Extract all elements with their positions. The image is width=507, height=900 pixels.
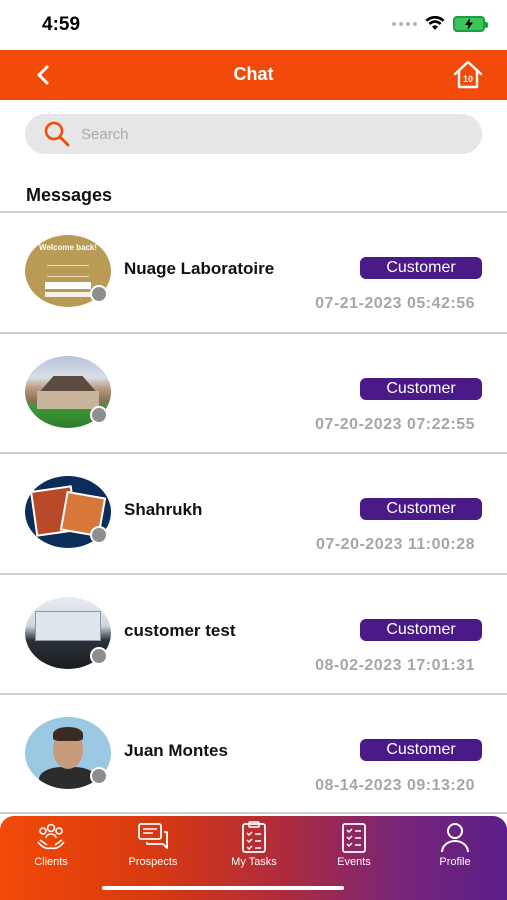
chat-list: Welcome back! Nuage Laboratoire Customer… [0, 211, 507, 814]
avatar [25, 596, 111, 669]
status-badge: Customer [360, 498, 482, 520]
nav-events[interactable]: Events [314, 820, 394, 868]
nav-label: Prospects [128, 856, 178, 868]
chat-list-item[interactable]: Welcome back! Nuage Laboratoire Customer… [0, 211, 507, 332]
contact-name: Nuage Laboratoire [124, 259, 275, 278]
status-badge: Customer [360, 377, 482, 400]
status-icons [392, 16, 488, 32]
nav-profile[interactable]: Profile [415, 820, 495, 868]
cellular-signal-icon [392, 22, 417, 26]
status-bar: 4:59 [0, 0, 507, 50]
chat-list-item[interactable]: Customer 07-20-2023 07:22:55 [0, 331, 507, 453]
message-timestamp: 07-21-2023 05:42:56 [315, 295, 475, 312]
avatar [25, 476, 111, 548]
search-bar [25, 114, 482, 154]
status-time: 4:59 [42, 14, 81, 35]
status-badge: Customer [360, 739, 482, 761]
chat-list-item[interactable]: Juan Montes Customer 08-14-2023 09:13:20 [0, 693, 507, 814]
avatar [25, 355, 111, 428]
contact-name: customer test [124, 620, 236, 640]
prospects-icon [138, 823, 168, 849]
contact-name: Shahrukh [124, 500, 203, 519]
message-timestamp: 08-14-2023 09:13:20 [315, 777, 475, 794]
presence-indicator [90, 285, 108, 303]
search-input[interactable] [81, 125, 461, 143]
avatar [25, 717, 111, 789]
presence-indicator [90, 405, 108, 424]
nav-my-tasks[interactable]: My Tasks [214, 820, 294, 868]
presence-indicator [90, 526, 108, 544]
home-icon: 10 [453, 60, 483, 89]
message-timestamp: 07-20-2023 11:00:28 [316, 536, 475, 553]
status-badge: Customer [360, 618, 482, 641]
search-icon [44, 121, 70, 147]
home-button[interactable]: 10 [451, 58, 485, 92]
messages-heading: Messages [26, 185, 113, 205]
chat-list-item[interactable]: Shahrukh Customer 07-20-2023 11:00:28 [0, 452, 507, 573]
events-icon [342, 823, 366, 853]
profile-icon [441, 823, 469, 853]
clients-icon [37, 823, 65, 850]
avatar: Welcome back! [25, 235, 111, 307]
presence-indicator [90, 646, 108, 665]
home-indicator [102, 886, 344, 890]
nav-label: My Tasks [231, 856, 277, 868]
nav-label: Events [337, 856, 371, 868]
nav-clients[interactable]: Clients [11, 820, 91, 868]
nav-prospects[interactable]: Prospects [113, 820, 193, 868]
presence-indicator [90, 767, 108, 785]
chat-list-item[interactable]: customer test Customer 08-02-2023 17:01:… [0, 572, 507, 694]
nav-label: Clients [34, 856, 68, 868]
contact-name: Juan Montes [124, 741, 228, 760]
tasks-icon [242, 821, 266, 853]
app-header: Chat 10 [0, 50, 507, 100]
message-timestamp: 08-02-2023 17:01:31 [315, 656, 475, 674]
page-title: Chat [233, 64, 274, 84]
nav-label: Profile [439, 856, 471, 868]
avatar-caption: Welcome back! [38, 243, 98, 252]
status-badge: Customer [360, 257, 482, 279]
message-timestamp: 07-20-2023 07:22:55 [315, 415, 475, 433]
battery-icon [453, 16, 488, 32]
home-badge-count: 10 [463, 74, 473, 84]
wifi-icon [425, 16, 445, 30]
